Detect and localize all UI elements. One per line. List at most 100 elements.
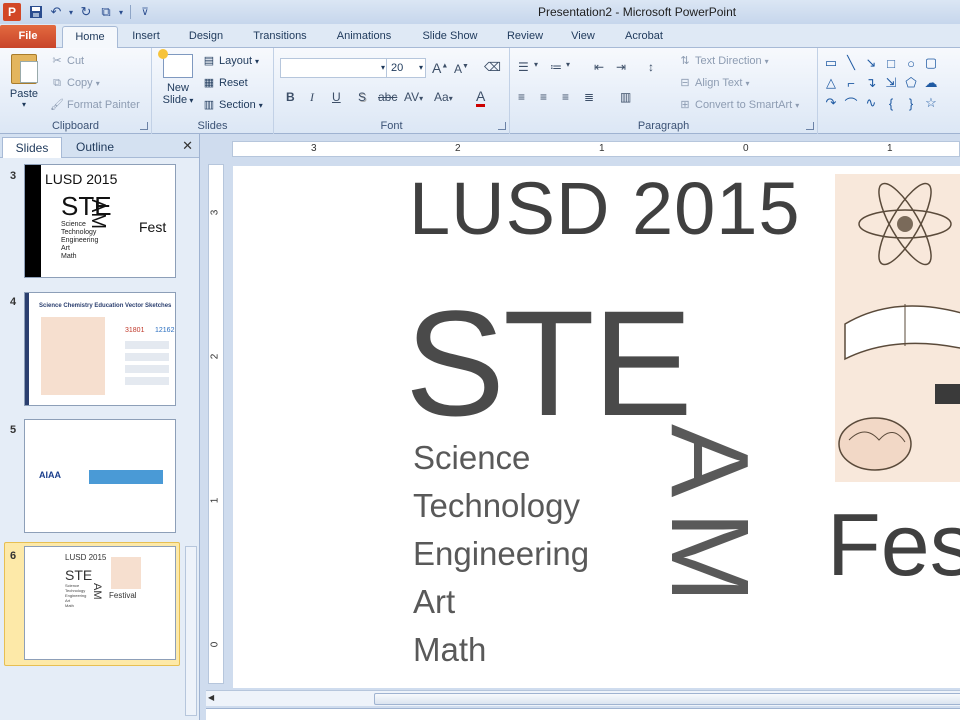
bullets-icon[interactable]: ☰	[518, 60, 529, 74]
right-brace-shape-icon[interactable]: }	[902, 94, 920, 112]
font-color-button[interactable]: A	[476, 88, 486, 107]
textbox-shape-icon[interactable]: ▭	[822, 54, 840, 72]
oval-shape-icon[interactable]: ○	[902, 54, 920, 72]
tab-insert[interactable]: Insert	[122, 26, 170, 48]
clipboard-group-label: Clipboard	[51, 120, 100, 132]
save-icon[interactable]	[27, 3, 45, 21]
section-button[interactable]: ▥ Section ▾	[202, 98, 263, 112]
tab-design[interactable]: Design	[180, 26, 232, 48]
cloud-shape-icon[interactable]: ☁	[922, 74, 940, 92]
curve-shape-icon[interactable]: ∿	[862, 94, 880, 112]
layout-button[interactable]: ▤ Layout ▾	[202, 54, 259, 68]
freeform-shape-icon[interactable]: ⬠	[902, 74, 920, 92]
slide-thumbnail-3[interactable]: LUSD 2015 STE AM Fest Science Technology…	[24, 164, 176, 278]
columns-icon[interactable]: ▥	[620, 90, 631, 104]
cut-button[interactable]: ✂ Cut	[50, 54, 84, 68]
font-size-dropdown-icon[interactable]: ▾	[419, 59, 423, 77]
align-text-button[interactable]: ⊟ Align Text ▾	[678, 76, 749, 90]
curved-arrow-shape-icon[interactable]: ↷	[822, 94, 840, 112]
shadow-button[interactable]: S	[358, 90, 366, 104]
subject-item: Technology	[413, 487, 580, 524]
tab-home[interactable]: Home	[62, 26, 118, 49]
bullets-dropdown-icon[interactable]: ▾	[534, 60, 538, 69]
underline-button[interactable]: U	[332, 90, 341, 104]
horizontal-scrollbar[interactable]: ◀	[206, 690, 960, 706]
numbering-icon[interactable]: ≔	[550, 60, 562, 74]
notes-pane[interactable]	[206, 708, 960, 720]
strikethrough-button[interactable]: abc	[378, 90, 397, 104]
clear-formatting-icon[interactable]: ⌫	[484, 60, 501, 74]
layout-dropdown-icon: ▾	[255, 56, 260, 66]
science-sketch-image[interactable]	[835, 174, 960, 482]
tab-view[interactable]: View	[562, 26, 604, 48]
align-left-icon[interactable]: ≡	[518, 90, 525, 104]
scroll-left-arrow-icon[interactable]: ◀	[208, 693, 214, 702]
character-spacing-button[interactable]: AV▾	[404, 90, 423, 104]
reset-button[interactable]: ▦ Reset	[202, 76, 248, 90]
tab-review[interactable]: Review	[500, 26, 550, 48]
rectangle-shape-icon[interactable]: □	[882, 54, 900, 72]
slideshow-from-start-icon[interactable]: ⧉	[97, 3, 115, 21]
numbering-dropdown-icon[interactable]: ▾	[566, 60, 570, 69]
tab-file[interactable]: File	[0, 25, 56, 48]
close-pane-icon[interactable]: ✕	[182, 138, 193, 154]
slides-pane-scrollbar[interactable]	[185, 546, 197, 716]
justify-icon[interactable]: ≣	[584, 90, 594, 104]
undo-dropdown-icon[interactable]: ▾	[67, 3, 75, 21]
double-elbow-shape-icon[interactable]: ⇲	[882, 74, 900, 92]
tab-acrobat[interactable]: Acrobat	[616, 26, 672, 48]
elbow-connector-shape-icon[interactable]: ⌐	[842, 74, 860, 92]
arc-shape-icon[interactable]: ⌒	[842, 94, 860, 112]
align-center-icon[interactable]: ≡	[540, 90, 547, 104]
redo-icon[interactable]: ↻	[77, 3, 95, 21]
line-spacing-icon[interactable]: ↕	[648, 60, 654, 74]
slide-festival-text[interactable]: Fes	[827, 494, 960, 596]
paste-button[interactable]: Paste ▾	[6, 54, 42, 110]
paragraph-launcher-icon[interactable]	[806, 122, 814, 130]
grow-font-button[interactable]: A▲	[432, 60, 448, 76]
decrease-indent-icon[interactable]: ⇤	[594, 60, 604, 74]
copy-button[interactable]: ⧉ Copy ▾	[50, 76, 100, 90]
slide-ste-text[interactable]: STE	[405, 288, 693, 438]
slide-thumbnail-4[interactable]: Science Chemistry Education Vector Sketc…	[24, 292, 176, 406]
tab-slides[interactable]: Slides	[2, 137, 62, 158]
slide-title[interactable]: LUSD 2015	[409, 166, 801, 251]
increase-indent-icon[interactable]: ⇥	[616, 60, 626, 74]
tab-outline[interactable]: Outline	[64, 137, 126, 158]
slide-canvas[interactable]: LUSD 2015 STE Science Technology Enginee…	[233, 166, 960, 688]
new-slide-button[interactable]: New Slide ▾	[158, 49, 198, 107]
font-name-box[interactable]: ▾	[280, 58, 388, 78]
slide-thumbnail-6[interactable]: LUSD 2015 STE AM Festival Science Techno…	[24, 546, 176, 660]
align-right-icon[interactable]: ≡	[562, 90, 569, 104]
font-name-dropdown-icon[interactable]: ▾	[381, 59, 385, 77]
arrow-line-shape-icon[interactable]: ↘	[862, 54, 880, 72]
line-shape-icon[interactable]: ╲	[842, 54, 860, 72]
tab-slide-show[interactable]: Slide Show	[414, 26, 486, 48]
left-brace-shape-icon[interactable]: {	[882, 94, 900, 112]
clipboard-launcher-icon[interactable]	[140, 122, 148, 130]
slide-am-text[interactable]: AM	[646, 424, 773, 617]
shrink-font-button[interactable]: A▼	[454, 62, 469, 76]
text-direction-button[interactable]: ⇅ Text Direction ▾	[678, 54, 768, 68]
tab-transitions[interactable]: Transitions	[244, 26, 316, 48]
slide-subject-list[interactable]: Science Technology Engineering Art Math	[413, 434, 589, 674]
powerpoint-app-icon[interactable]: P	[3, 3, 21, 21]
qat-more-dropdown-icon[interactable]: ▾	[117, 3, 125, 21]
paste-dropdown-icon[interactable]: ▾	[6, 100, 42, 109]
font-size-box[interactable]: 20 ▾	[386, 58, 426, 78]
rounded-rectangle-shape-icon[interactable]: ▢	[922, 54, 940, 72]
italic-button[interactable]: I	[310, 90, 314, 105]
customize-qat-icon[interactable]: ⊽	[136, 3, 154, 21]
convert-smartart-button[interactable]: ⊞ Convert to SmartArt ▾	[678, 98, 799, 112]
triangle-shape-icon[interactable]: △	[822, 74, 840, 92]
format-painter-button[interactable]: 🖌 Format Painter	[50, 98, 140, 112]
horizontal-scroll-thumb[interactable]	[374, 693, 960, 705]
star-shape-icon[interactable]: ☆	[922, 94, 940, 112]
font-launcher-icon[interactable]	[498, 122, 506, 130]
tab-animations[interactable]: Animations	[328, 26, 400, 48]
change-case-button[interactable]: Aa▾	[434, 90, 453, 104]
elbow-arrow-shape-icon[interactable]: ↴	[862, 74, 880, 92]
bold-button[interactable]: B	[286, 90, 295, 104]
undo-icon[interactable]: ↶	[47, 3, 65, 21]
slide-thumbnail-5[interactable]: AIAA	[24, 419, 176, 533]
